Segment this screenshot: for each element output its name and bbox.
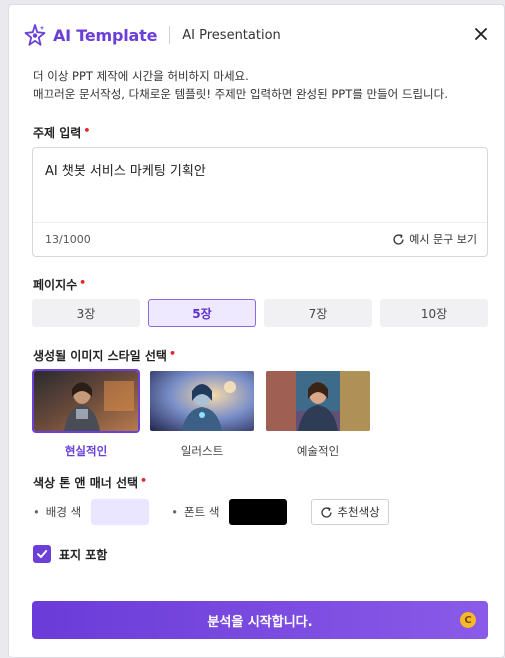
required-mark: • [140, 474, 148, 487]
include-cover-checkbox[interactable]: 표지 포함 [33, 545, 107, 563]
recommend-color-button[interactable]: 추천색상 [311, 499, 389, 525]
bg-color-label: 배경 색 [33, 504, 81, 520]
bg-color-swatch[interactable] [91, 499, 150, 525]
page-option-10[interactable]: 10장 [380, 299, 488, 327]
image-style-label: 생성될 이미지 스타일 선택 • [33, 347, 177, 363]
ai-template-panel: AI Template AI Presentation 더 이상 PPT 제작에… [8, 4, 505, 658]
topic-input[interactable]: AI 챗봇 서비스 마케팅 기획안 13/1000 예시 문구 보기 [32, 147, 488, 257]
close-button[interactable] [470, 23, 492, 45]
font-color-swatch[interactable] [229, 499, 288, 525]
topic-footer: 13/1000 예시 문구 보기 [33, 222, 487, 256]
page-count-options: 3장 5장 7장 10장 [32, 299, 488, 327]
style-name-realistic: 현실적인 [64, 444, 108, 458]
required-mark: • [168, 347, 177, 360]
style-option-realistic[interactable]: 현실적인 [32, 369, 140, 459]
topic-label: 주제 입력 • [33, 124, 91, 140]
pages-label: 페이지수 • [33, 276, 87, 292]
close-icon [475, 28, 487, 40]
style-option-artistic[interactable]: 예술적인 [264, 369, 372, 459]
header-divider [169, 26, 171, 44]
color-tone-label: 색상 톤 앤 매너 선택 • [33, 474, 148, 490]
style-name-illustration: 일러스트 [180, 444, 224, 458]
header: AI Template AI Presentation [23, 21, 492, 49]
recommend-color-label: 추천색상 [337, 505, 380, 519]
intro-text: 더 이상 PPT 제작에 시간을 허비하지 마세요. 매끄러운 문서작성, 다채… [33, 67, 448, 103]
example-text-label: 예시 문구 보기 [409, 233, 477, 246]
required-mark: • [83, 124, 91, 137]
char-count: 13/1000 [45, 233, 91, 246]
intro-line-2: 매끄러운 문서작성, 다채로운 템플릿! 주제만 입력하면 완성된 PPT를 만… [33, 87, 448, 101]
checkbox-checked[interactable] [33, 545, 51, 563]
font-color-label: 폰트 색 [171, 504, 219, 520]
style-option-illustration[interactable]: 일러스트 [148, 369, 256, 459]
intro-line-1: 더 이상 PPT 제작에 시간을 허비하지 마세요. [33, 69, 249, 83]
example-text-button[interactable]: 예시 문구 보기 [392, 231, 477, 247]
refresh-icon [321, 506, 333, 518]
brand-title: AI Template [53, 25, 158, 45]
sub-brand-title: AI Presentation [182, 27, 281, 43]
page-option-7[interactable]: 7장 [264, 299, 372, 327]
required-mark: • [79, 276, 87, 289]
refresh-icon [393, 233, 404, 245]
include-cover-label: 표지 포함 [59, 547, 108, 562]
color-tone-row: 배경 색 폰트 색 추천색상 [33, 499, 389, 525]
style-thumbnail-artistic[interactable] [264, 369, 372, 433]
topic-input-value[interactable]: AI 챗봇 서비스 마케팅 기획안 [45, 160, 206, 179]
start-analysis-button[interactable]: 분석을 시작합니다. C [32, 601, 488, 639]
check-icon [37, 550, 48, 558]
page-option-5[interactable]: 5장 [148, 299, 256, 327]
style-thumbnail-illustration[interactable] [148, 369, 256, 433]
image-style-options: 현실적인 일러스트 예술적인 [32, 369, 372, 459]
style-thumbnail-realistic[interactable] [32, 369, 140, 433]
page-option-3[interactable]: 3장 [32, 299, 140, 327]
start-analysis-label: 분석을 시작합니다. [207, 614, 313, 630]
sparkle-logo-icon [24, 24, 46, 46]
coin-icon: C [460, 612, 476, 628]
style-name-artistic: 예술적인 [296, 444, 340, 458]
